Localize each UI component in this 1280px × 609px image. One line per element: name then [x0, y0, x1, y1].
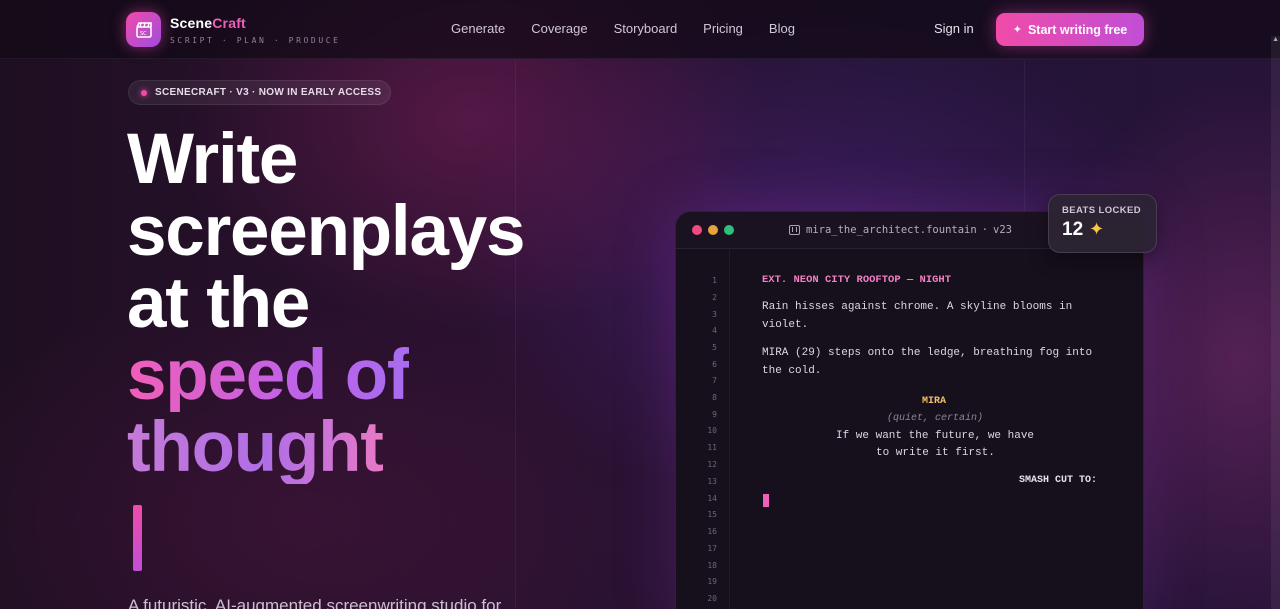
- nav-link-generate[interactable]: Generate: [451, 21, 505, 36]
- line-number: 11: [707, 443, 717, 452]
- scrollbar[interactable]: ▲: [1271, 36, 1280, 609]
- script-action-line[interactable]: Rain hisses against chrome. A skyline bl…: [762, 301, 1072, 313]
- hero-line-1: Write: [127, 120, 298, 199]
- line-number: 3: [712, 310, 717, 319]
- script-slugline[interactable]: EXT. NEON CITY ROOFTOP — NIGHT: [762, 274, 951, 286]
- hero-subtext: A futuristic, AI-augmented screenwriting…: [128, 596, 502, 609]
- scroll-up-icon[interactable]: ▲: [1272, 36, 1279, 43]
- line-number: 20: [707, 594, 717, 603]
- early-access-badge: SCENECRAFT · V3 · NOW IN EARLY ACCESS: [128, 80, 391, 105]
- line-number: 14: [707, 494, 717, 503]
- badge-text: SCENECRAFT · V3 · NOW IN EARLY ACCESS: [155, 87, 382, 98]
- brand-name-part1: Scene: [170, 15, 213, 31]
- nav-link-coverage[interactable]: Coverage: [531, 21, 587, 36]
- film-icon: [789, 225, 800, 235]
- status-dot-icon: [141, 89, 147, 96]
- file-version: v23: [993, 224, 1012, 236]
- hero-line-2: screenplays: [127, 192, 526, 271]
- beats-label: BEATS LOCKED: [1062, 205, 1142, 216]
- window-minimize-icon[interactable]: [708, 225, 718, 235]
- line-number: 5: [712, 343, 717, 352]
- line-number: 12: [707, 460, 717, 469]
- line-number: 2: [712, 293, 717, 302]
- hero-line-4: speed of: [127, 336, 411, 415]
- nav-link-blog[interactable]: Blog: [769, 21, 795, 36]
- line-number: 17: [707, 544, 717, 553]
- start-writing-button[interactable]: ✦ Start writing free: [996, 13, 1144, 46]
- beats-count: 12: [1062, 219, 1084, 240]
- filename-text: mira_the_architect.fountain: [806, 224, 977, 236]
- clapperboard-icon[interactable]: SC: [126, 12, 161, 47]
- nav-link-storyboard[interactable]: Storyboard: [614, 21, 678, 36]
- nav-link-pricing[interactable]: Pricing: [703, 21, 743, 36]
- filename-separator: ·: [981, 224, 989, 236]
- script-editor-window[interactable]: mira_the_architect.fountain · v23 1 2 3 …: [675, 211, 1144, 609]
- svg-text:SC: SC: [140, 31, 147, 37]
- sparkle-icon: ✦: [1012, 24, 1022, 36]
- line-number: 10: [707, 426, 717, 435]
- script-dialogue-line[interactable]: to write it first.: [876, 447, 995, 459]
- script-action-line[interactable]: MIRA (29) steps onto the ledge, breathin…: [762, 347, 1092, 359]
- line-number: 19: [707, 577, 717, 586]
- beats-locked-card: BEATS LOCKED 12 ✦: [1048, 194, 1157, 253]
- script-character[interactable]: MIRA: [922, 396, 946, 407]
- line-number: 6: [712, 360, 717, 369]
- line-number: 16: [707, 527, 717, 536]
- line-number: 18: [707, 561, 717, 570]
- line-number: 15: [707, 510, 717, 519]
- line-number: 4: [712, 326, 717, 335]
- line-number: 1: [712, 276, 717, 285]
- star-sparkle-icon: ✦: [1089, 219, 1105, 239]
- brand-tagline: SCRIPT · PLAN · PRODUCE: [170, 36, 341, 45]
- line-number: 8: [712, 393, 717, 402]
- line-number: 13: [707, 477, 717, 486]
- start-writing-label: Start writing free: [1027, 22, 1128, 37]
- window-close-icon[interactable]: [692, 225, 702, 235]
- nav-links: Generate Coverage Storyboard Pricing Blo…: [451, 21, 821, 36]
- line-number: 7: [712, 376, 717, 385]
- grid-line: [515, 60, 516, 609]
- brand-name-part2: Craft: [212, 15, 246, 31]
- line-number: 9: [712, 410, 717, 419]
- script-action-line[interactable]: violet.: [762, 319, 808, 331]
- top-navbar: SC SceneCraft SCRIPT · PLAN · PRODUCE Ge…: [0, 0, 1280, 59]
- typing-caret: [133, 505, 142, 571]
- window-maximize-icon[interactable]: [724, 225, 734, 235]
- script-action-line[interactable]: the cold.: [762, 365, 821, 377]
- hero-line-5: thought: [127, 408, 384, 487]
- script-dialogue-line[interactable]: If we want the future, we have: [836, 430, 1034, 442]
- script-transition[interactable]: SMASH CUT TO:: [1019, 475, 1097, 486]
- hero-line-3: at the: [127, 264, 310, 343]
- editor-cursor: [763, 494, 769, 507]
- sign-in-link[interactable]: Sign in: [934, 21, 974, 36]
- brand-name[interactable]: SceneCraft: [170, 15, 246, 31]
- line-number-gutter: 1 2 3 4 5 6 7 8 9 10 11 12 13 14 15 16 1…: [676, 250, 730, 609]
- script-parenthetical[interactable]: (quiet, certain): [887, 413, 983, 424]
- editor-filename: mira_the_architect.fountain · v23: [789, 224, 1012, 236]
